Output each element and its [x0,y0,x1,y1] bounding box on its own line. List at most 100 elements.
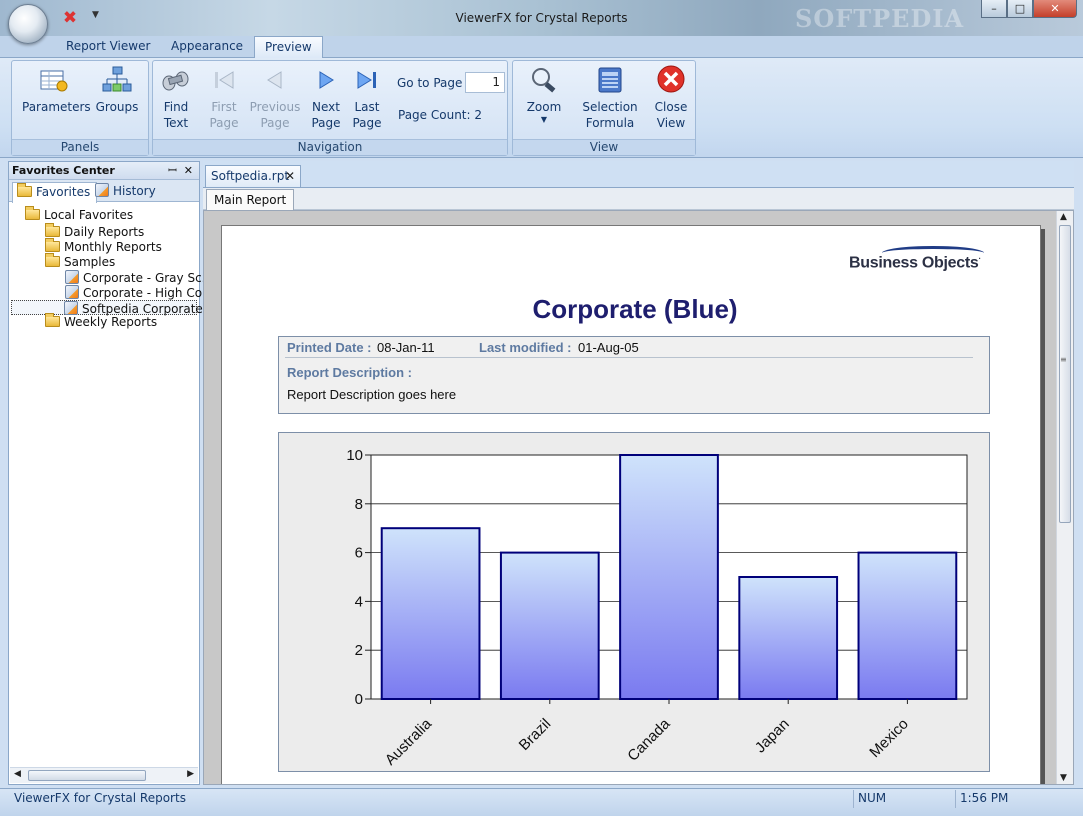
tree-item-softpedia-corporate[interactable]: Softpedia Corporate... [11,300,214,316]
close-view-label-1: Close [654,100,688,114]
bar-australia [380,527,481,700]
x-tick-label: Australia [382,715,436,769]
favorites-horizontal-scrollbar[interactable]: ◀ ▶ [10,767,198,783]
tree-item-corporate-high[interactable]: Corporate - High Co... [65,285,213,300]
tab-history[interactable]: History [91,182,162,202]
last-page-button[interactable]: Last Page [348,65,386,131]
first-page-icon [215,71,234,89]
find-text-button[interactable]: Find Text [157,65,195,131]
parameters-button[interactable]: Parameters [22,65,91,115]
favorites-folder-icon [17,183,32,197]
zoom-dropdown-icon[interactable]: ▼ [521,115,567,125]
tree-item-local-favorites[interactable]: Local Favorites [25,206,134,223]
title-bar: SOFTPEDIA ViewerFX for Crystal Reports ✖… [0,0,1083,36]
business-objects-logo: Business Objects· [849,254,981,272]
logo-text: Business Objects [849,254,979,272]
tree-item-monthly-reports[interactable]: Monthly Reports [45,238,162,255]
selection-formula-button[interactable]: Selection Formula [579,65,641,131]
num-lock-indicator: NUM [853,790,953,808]
favorites-title: Favorites Center [12,164,115,177]
document-tab[interactable]: Softpedia.rpt ✕ [205,165,301,187]
scroll-left-icon[interactable]: ◀ [14,769,21,779]
tree-item-label: Daily Reports [64,225,145,239]
parameters-icon [40,70,68,92]
tree-item-label: Local Favorites [44,208,134,222]
tree-item-label: Corporate - High Co... [83,286,214,300]
tab-history-label: History [113,184,156,198]
report-icon [65,270,79,284]
y-tick-label: 8 [355,496,363,513]
groups-label: Groups [95,100,139,114]
panels-group: Parameters Groups Panels [11,60,149,156]
folder-icon [45,313,60,327]
view-group: Zoom ▼ Selection Formula Close View View [512,60,696,156]
groups-button[interactable]: Groups [92,65,142,115]
close-window-button[interactable]: ✕ [1033,0,1077,18]
previous-page-label-2: Page [260,116,290,130]
tree-item-corporate-gray[interactable]: Corporate - Gray Sc... [65,270,213,285]
folder-icon [25,206,40,220]
last-page-icon [357,71,376,89]
report-subtabs: Main Report [203,187,1074,211]
bar-chart: 0 2 4 6 8 10 Australia Brazil Canada Japan Mexico [346,447,968,769]
next-page-button[interactable]: Next Page [307,65,345,131]
folder-icon [45,223,60,237]
quick-access-dropdown-icon[interactable]: ▼ [92,10,99,20]
zoom-label: Zoom [526,100,562,114]
pin-icon[interactable]: ꟷ [168,162,177,179]
close-view-button[interactable]: Close View [649,65,693,131]
quick-access-close-icon[interactable]: ✖ [58,8,82,28]
x-tick-label: Japan [752,715,793,756]
first-page-label-2: Page [209,116,239,130]
vertical-scroll-thumb[interactable] [1059,225,1071,523]
next-page-label-2: Page [311,116,341,130]
y-tick-label: 0 [355,691,363,708]
tree-item-label: Weekly Reports [64,315,158,329]
minimize-button[interactable]: – [981,0,1007,18]
bar-brazil [499,551,600,700]
last-modified-value: 01-Aug-05 [578,340,639,355]
x-tick-label: Canada [624,715,674,765]
scroll-right-icon[interactable]: ▶ [187,769,194,779]
ribbon: Parameters Groups Panels Find Text First… [0,58,1083,158]
chart-container: 0 2 4 6 8 10 Australia Brazil Canada Japan Mexico [278,432,990,772]
window-title: ViewerFX for Crystal Reports [455,11,628,25]
folder-icon [45,238,60,252]
tab-favorites-label: Favorites [36,185,91,199]
close-panel-icon[interactable]: ✕ [184,162,193,179]
scroll-thumb[interactable] [28,770,146,781]
tree-item-daily-reports[interactable]: Daily Reports [45,223,145,240]
y-tick-label: 6 [355,545,363,562]
last-page-label-2: Page [352,116,382,130]
first-page-button[interactable]: First Page [205,65,243,131]
tab-appearance[interactable]: Appearance [161,36,253,58]
close-document-icon[interactable]: ✕ [285,166,295,187]
tab-preview[interactable]: Preview [254,36,323,59]
zoom-button[interactable]: Zoom ▼ [521,65,567,125]
scroll-down-icon[interactable]: ▼ [1060,773,1067,783]
folder-icon [45,253,60,267]
bar-mexico [857,551,958,700]
tab-report-viewer[interactable]: Report Viewer [56,36,160,58]
status-text: ViewerFX for Crystal Reports [14,791,186,805]
report-vertical-scrollbar[interactable]: ▲ ≡ ▼ [1056,211,1073,784]
panels-group-label: Panels [12,139,148,155]
tab-main-report[interactable]: Main Report [206,189,295,211]
previous-page-button[interactable]: Previous Page [249,65,301,131]
maximize-button[interactable]: □ [1007,0,1033,18]
favorites-tabs: Favorites History [9,180,199,203]
tree-item-weekly-reports[interactable]: Weekly Reports [45,313,158,330]
report-page: Business Objects· Corporate (Blue) Print… [221,225,1041,784]
report-icon [65,285,79,299]
tab-favorites[interactable]: Favorites [12,182,98,203]
go-to-page-input[interactable]: 1 [465,72,505,93]
tree-item-label: Corporate - Gray Sc... [83,271,214,285]
last-page-label-1: Last [354,100,380,114]
application-menu-button[interactable] [8,4,48,44]
close-view-label-2: View [656,116,686,130]
tree-item-label: Softpedia Corporate... [82,302,215,316]
document-area: Softpedia.rpt ✕ Main Report Business Obj… [203,161,1074,785]
scroll-up-icon[interactable]: ▲ [1060,212,1067,222]
tree-item-samples[interactable]: Samples [45,253,116,270]
tree-item-label: Samples [64,255,116,269]
